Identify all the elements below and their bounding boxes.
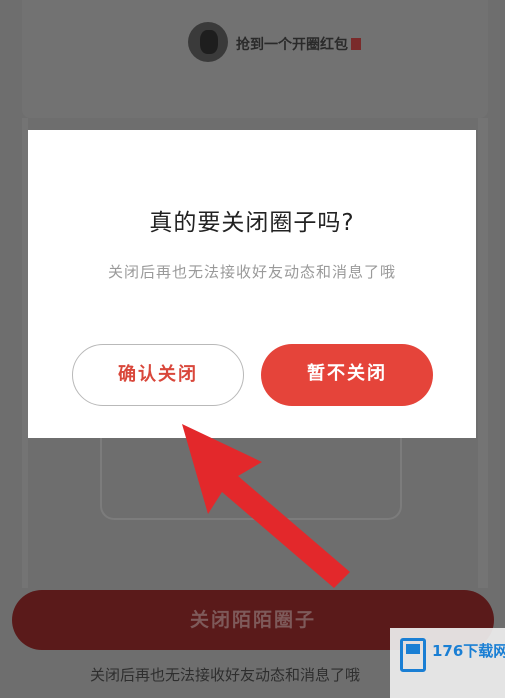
background-side-right — [478, 118, 488, 588]
watermark-logo-icon — [400, 638, 426, 672]
watermark: 176下载网 — [390, 628, 505, 698]
background-header-text: 抢到一个开圈红包 — [236, 34, 361, 54]
confirm-close-button[interactable]: 确认关闭 — [72, 344, 244, 406]
background-hint-text: 关闭后再也无法接收好友动态和消息了哦 — [90, 666, 361, 684]
background-box — [100, 438, 402, 520]
red-packet-icon — [351, 38, 361, 50]
background-header-card — [22, 0, 488, 118]
avatar — [188, 22, 228, 62]
cancel-close-button[interactable]: 暂不关闭 — [261, 344, 433, 406]
dialog-message: 关闭后再也无法接收好友动态和消息了哦 — [107, 263, 396, 281]
watermark-text: 176下载网 — [432, 642, 505, 660]
confirm-dialog: 真的要关闭圈子吗? 关闭后再也无法接收好友动态和消息了哦 确认关闭 暂不关闭 — [28, 130, 476, 438]
dialog-title: 真的要关闭圈子吗? — [149, 210, 355, 236]
